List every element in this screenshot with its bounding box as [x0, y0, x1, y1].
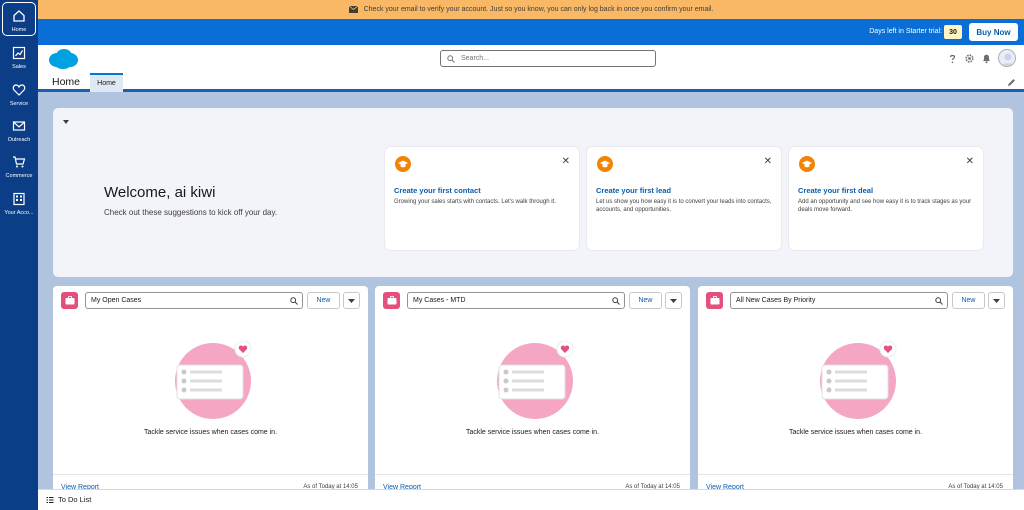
rail-label: Commerce	[5, 173, 33, 179]
case-list-card-my-cases-mtd: My Cases - MTD New Tackle service issues…	[375, 286, 690, 510]
todo-list-utility[interactable]: To Do List	[46, 495, 91, 504]
rail-item-service[interactable]: Service	[0, 77, 38, 113]
rail-label: Your Acco...	[4, 210, 34, 216]
dismiss-close-icon[interactable]: ✕	[764, 156, 772, 167]
more-actions-dropdown[interactable]	[343, 292, 360, 309]
app-navigation-bar: Home Home	[38, 73, 1024, 92]
case-list-card-all-new-by-priority: All New Cases By Priority New Tackle ser…	[698, 286, 1013, 510]
user-avatar[interactable]	[998, 49, 1016, 67]
envelope-icon	[12, 121, 26, 131]
checklist-icon	[46, 496, 54, 503]
empty-cases-illustration-icon	[497, 341, 574, 419]
list-view-name: My Cases - MTD	[413, 297, 466, 304]
new-case-button[interactable]: New	[629, 292, 662, 309]
rail-label: Service	[9, 101, 29, 107]
collapse-caret-icon[interactable]	[63, 120, 69, 124]
trial-days-label: Days left in Starter trial:	[869, 28, 942, 35]
empty-state-text: Tackle service issues when cases come in…	[788, 429, 923, 436]
home-icon	[13, 10, 25, 22]
help-icon[interactable]	[947, 53, 958, 64]
graduation-cap-icon	[597, 156, 613, 172]
more-actions-dropdown[interactable]	[665, 292, 682, 309]
bell-icon[interactable]	[981, 53, 992, 64]
rail-label: Sales	[12, 64, 26, 70]
search-icon	[447, 54, 455, 63]
rail-label: Outreach	[7, 137, 31, 143]
chevron-down-icon	[348, 298, 355, 303]
edit-nav-pencil-icon[interactable]	[1007, 78, 1016, 87]
todo-label: To Do List	[58, 495, 92, 504]
rail-item-sales[interactable]: Sales	[0, 40, 38, 76]
empty-state-text: Tackle service issues when cases come in…	[465, 429, 600, 436]
case-briefcase-icon	[383, 292, 400, 309]
welcome-title: Welcome, ai kiwi	[104, 184, 216, 201]
case-briefcase-icon	[706, 292, 723, 309]
more-actions-dropdown[interactable]	[988, 292, 1005, 309]
cart-icon	[13, 156, 26, 168]
empty-cases-illustration-icon	[820, 341, 897, 419]
sales-chart-icon	[12, 46, 26, 60]
rail-item-your-account[interactable]: Your Acco...	[0, 186, 38, 222]
trial-days-count: 30	[944, 25, 962, 39]
case-list-card-my-open-cases: My Open Cases New Tackle service issues …	[53, 286, 368, 510]
welcome-subtitle: Check out these suggestions to kick off …	[104, 208, 278, 217]
search-placeholder: Search...	[461, 55, 490, 62]
trial-bar: Days left in Starter trial: 30 Buy Now	[38, 19, 1024, 45]
card-footer-divider	[53, 474, 368, 475]
global-header: Search...	[38, 45, 1024, 73]
chevron-down-icon	[670, 298, 677, 303]
rail-item-home[interactable]: Home	[2, 2, 36, 36]
app-launcher-rail: Home Sales Service Outreach Commerce You…	[0, 0, 38, 510]
rail-item-commerce[interactable]: Commerce	[0, 149, 38, 185]
search-icon[interactable]	[935, 297, 943, 305]
gear-icon[interactable]	[964, 53, 975, 64]
suggestion-card-contact[interactable]: ✕ Create your first contact Growing your…	[385, 147, 579, 250]
tab-home[interactable]: Home	[90, 73, 123, 92]
case-briefcase-icon	[61, 292, 78, 309]
utility-bar: To Do List	[38, 489, 1024, 510]
list-view-selector[interactable]: My Open Cases	[85, 292, 303, 309]
verify-email-banner: Check your email to verify your account.…	[38, 0, 1024, 19]
new-case-button[interactable]: New	[952, 292, 985, 309]
list-view-selector[interactable]: My Cases - MTD	[407, 292, 625, 309]
rail-label: Home	[11, 27, 27, 33]
list-view-name: All New Cases By Priority	[736, 297, 816, 304]
list-view-selector[interactable]: All New Cases By Priority	[730, 292, 948, 309]
app-name: Home	[52, 76, 81, 88]
list-view-name: My Open Cases	[91, 297, 142, 304]
suggestion-card-deal[interactable]: ✕ Create your first deal Add an opportun…	[789, 147, 983, 250]
rail-item-outreach[interactable]: Outreach	[0, 113, 38, 149]
suggestion-description: Add an opportunity and see how easy it i…	[798, 199, 972, 213]
card-footer-divider	[698, 474, 1013, 475]
suggestion-title[interactable]: Create your first lead	[596, 186, 671, 195]
header-utilities	[947, 49, 1016, 67]
mail-icon	[348, 6, 358, 13]
suggestion-description: Growing your sales starts with contacts.…	[394, 199, 556, 205]
salesforce-logo-icon	[49, 49, 78, 69]
building-icon	[13, 192, 25, 206]
graduation-cap-icon	[799, 156, 815, 172]
verify-banner-text: Check your email to verify your account.…	[363, 6, 714, 13]
suggestion-title[interactable]: Create your first contact	[394, 186, 481, 195]
buy-now-button[interactable]: Buy Now	[969, 23, 1018, 41]
dismiss-close-icon[interactable]: ✕	[562, 156, 570, 167]
search-icon[interactable]	[290, 297, 298, 305]
empty-cases-illustration-icon	[175, 341, 252, 419]
card-footer-divider	[375, 474, 690, 475]
suggestion-title[interactable]: Create your first deal	[798, 186, 873, 195]
chevron-down-icon	[993, 298, 1000, 303]
global-search-input[interactable]: Search...	[440, 50, 656, 67]
dismiss-close-icon[interactable]: ✕	[966, 156, 974, 167]
graduation-cap-icon	[395, 156, 411, 172]
suggestion-card-lead[interactable]: ✕ Create your first lead Let us show you…	[587, 147, 781, 250]
empty-state-text: Tackle service issues when cases come in…	[143, 429, 278, 436]
heart-icon	[12, 84, 26, 96]
suggestion-description: Let us show you how easy it is to conver…	[596, 199, 772, 213]
search-icon[interactable]	[612, 297, 620, 305]
welcome-panel: Welcome, ai kiwi Check out these suggest…	[53, 108, 1013, 277]
new-case-button[interactable]: New	[307, 292, 340, 309]
